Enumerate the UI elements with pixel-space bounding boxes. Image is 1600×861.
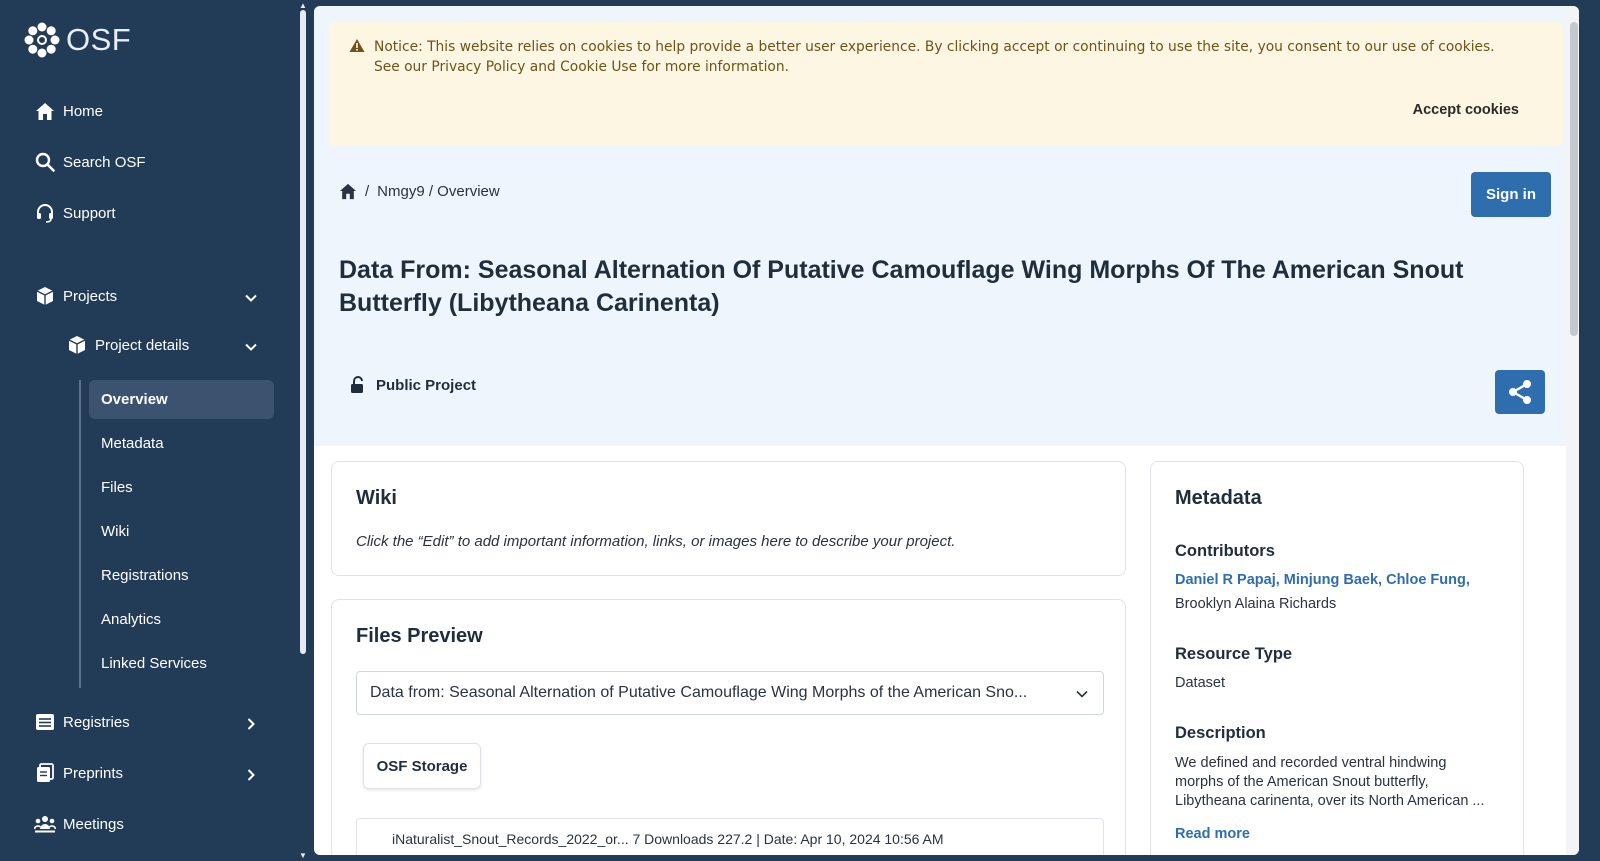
sidebar-item-project-details[interactable]: Project details <box>66 334 189 356</box>
chevron-down-icon <box>1076 690 1088 698</box>
sidebar-scrollbar-thumb[interactable] <box>300 10 306 654</box>
wiki-title: Wiki <box>356 487 397 509</box>
sidebar-item-overview[interactable]: Overview <box>89 380 274 419</box>
main-scrollbar-thumb[interactable] <box>1570 22 1578 336</box>
unlock-icon <box>351 376 363 393</box>
sidebar-item-linked-services[interactable]: Linked Services <box>89 644 274 683</box>
warning-icon <box>349 39 365 52</box>
visibility-status: Public Project <box>350 376 476 394</box>
people-icon <box>34 813 56 835</box>
home-icon[interactable] <box>339 183 357 200</box>
subtree-divider <box>79 380 81 688</box>
sidebar-item-label: Search OSF <box>63 153 146 171</box>
resource-type-value: Dataset <box>1175 675 1225 691</box>
sign-in-button[interactable]: Sign in <box>1471 172 1551 217</box>
sidebar: OSF Home Search OSF Support Projects Pro… <box>0 0 300 861</box>
sidebar-item-label: Support <box>63 204 116 222</box>
visibility-label: Public Project <box>376 376 477 394</box>
list-icon <box>34 711 56 733</box>
contributors-rest[interactable]: Brooklyn Alaina Richards <box>1175 595 1336 614</box>
files-preview-card: Files Preview Data from: Seasonal Altern… <box>331 599 1126 855</box>
main-content: Notice: This website relies on cookies t… <box>314 6 1579 855</box>
chevron-right-icon[interactable] <box>244 768 258 782</box>
description-label: Description <box>1175 724 1266 742</box>
sidebar-item-preprints[interactable]: Preprints <box>34 762 123 784</box>
page-title: Data From: Seasonal Alternation Of Putat… <box>339 256 1464 317</box>
sidebar-item-meetings[interactable]: Meetings <box>34 813 124 835</box>
sidebar-item-metadata[interactable]: Metadata <box>89 424 274 463</box>
wiki-card: Wiki Click the “Edit” to add important i… <box>331 461 1126 576</box>
accept-cookies-button[interactable]: Accept cookies <box>1389 102 1519 118</box>
chevron-down-icon[interactable] <box>244 340 258 354</box>
cube-icon <box>66 334 88 356</box>
sidebar-item-home[interactable]: Home <box>34 100 103 122</box>
sidebar-item-label: Registries <box>63 713 130 731</box>
project-select[interactable]: Data from: Seasonal Alternation of Putat… <box>356 671 1104 715</box>
osf-logo[interactable]: OSF <box>24 22 131 58</box>
project-select-value: Data from: Seasonal Alternation of Putat… <box>370 684 1028 701</box>
metadata-title: Metadata <box>1175 487 1262 509</box>
sidebar-item-label: Preprints <box>63 764 124 782</box>
read-more-link[interactable]: Read more <box>1175 826 1250 842</box>
chevron-down-icon[interactable] <box>244 291 258 305</box>
chevron-right-icon[interactable] <box>244 717 258 731</box>
resource-type-label: Resource Type <box>1175 645 1293 663</box>
breadcrumb-path[interactable]: Nmgy9 / Overview <box>377 183 500 200</box>
sidebar-item-search[interactable]: Search OSF <box>34 151 146 173</box>
share-button[interactable] <box>1495 370 1545 414</box>
sidebar-item-registrations[interactable]: Registrations <box>89 556 274 595</box>
brand-name: OSF <box>66 22 132 57</box>
wiki-placeholder-text: Click the “Edit” to add important inform… <box>356 533 956 550</box>
sidebar-item-label: Home <box>63 102 104 120</box>
cookie-notice-text: Notice: This website relies on cookies t… <box>374 39 1495 75</box>
metadata-card: Metadata Contributors Daniel R Papaj, Mi… <box>1150 461 1524 855</box>
sidebar-item-wiki[interactable]: Wiki <box>89 512 274 551</box>
files-preview-title: Files Preview <box>356 625 483 647</box>
sidebar-item-support[interactable]: Support <box>34 202 116 224</box>
scroll-down-arrow-icon[interactable]: ▼ <box>299 851 307 860</box>
home-icon <box>34 100 56 122</box>
sidebar-item-label: Meetings <box>63 815 124 833</box>
document-icon <box>34 762 56 784</box>
sidebar-item-projects[interactable]: Projects <box>34 285 117 307</box>
sidebar-item-analytics[interactable]: Analytics <box>89 600 274 639</box>
description-text: We defined and recorded ventral hindwing… <box>1175 755 1485 809</box>
file-row[interactable]: iNaturalist_Snout_Records_2022_or... 7 D… <box>356 818 1104 855</box>
scroll-up-arrow-icon[interactable]: ▲ <box>299 1 307 10</box>
cookie-notice: Notice: This website relies on cookies t… <box>329 22 1563 146</box>
sidebar-item-files[interactable]: Files <box>89 468 274 507</box>
sidebar-item-label: Projects <box>63 287 118 305</box>
share-icon <box>1509 380 1531 404</box>
breadcrumb: / Nmgy9 / Overview <box>339 183 500 200</box>
contributors-links[interactable]: Daniel R Papaj, Minjung Baek, Chloe Fung… <box>1175 572 1470 588</box>
search-icon <box>34 151 56 173</box>
cube-icon <box>34 285 56 307</box>
osf-logo-icon <box>24 22 60 58</box>
sidebar-item-label: Project details <box>95 336 190 354</box>
project-header: Notice: This website relies on cookies t… <box>314 6 1579 446</box>
headset-icon <box>34 202 56 224</box>
sidebar-item-registries[interactable]: Registries <box>34 711 130 733</box>
osf-storage-button[interactable]: OSF Storage <box>363 743 481 789</box>
breadcrumb-separator: / <box>365 183 370 200</box>
contributors-label: Contributors <box>1175 542 1275 560</box>
